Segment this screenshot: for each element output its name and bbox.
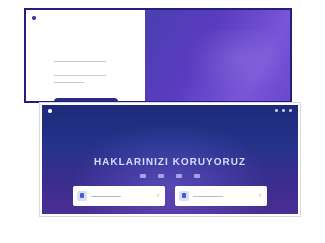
arrow-right-icon: › [259, 193, 261, 199]
feature-icon [176, 174, 182, 178]
topbar-actions [275, 109, 292, 112]
cta-row: › › [42, 186, 298, 206]
cta-card-second[interactable]: › [175, 186, 267, 206]
password-input[interactable] [54, 75, 106, 76]
arrow-right-icon: › [157, 193, 159, 199]
feature-icon [158, 174, 164, 178]
login-window [24, 8, 292, 103]
cta-text [91, 195, 151, 197]
cta-subtitle-line [193, 196, 223, 197]
user-icon[interactable] [282, 109, 285, 112]
cta-card-first[interactable]: › [73, 186, 165, 206]
brand-mark-icon [48, 108, 52, 113]
document-icon [77, 191, 87, 201]
login-panel [26, 10, 145, 101]
landing-window: HAKLARINIZI KORUYORUZ › › [40, 103, 300, 216]
cta-text [193, 195, 253, 197]
login-window-content [26, 10, 290, 101]
username-input[interactable] [54, 61, 106, 62]
remember-me-line [54, 82, 84, 83]
menu-icon[interactable] [289, 109, 292, 112]
search-icon[interactable] [275, 109, 278, 112]
login-hero-illustration [145, 10, 290, 101]
feature-icon [194, 174, 200, 178]
top-navigation-bar [42, 105, 298, 116]
cta-subtitle-line [91, 196, 121, 197]
login-logo [32, 16, 38, 20]
brand-logo[interactable] [48, 108, 54, 113]
hero-headline: HAKLARINIZI KORUYORUZ [93, 157, 247, 168]
document-icon [179, 191, 189, 201]
hero-feature-icons [42, 174, 298, 178]
landing-hero: HAKLARINIZI KORUYORUZ › › [42, 105, 298, 214]
login-button[interactable] [54, 98, 118, 101]
feature-icon [140, 174, 146, 178]
logo-mark-icon [32, 16, 36, 20]
screenshot-composition: HAKLARINIZI KORUYORUZ › › [0, 0, 325, 243]
